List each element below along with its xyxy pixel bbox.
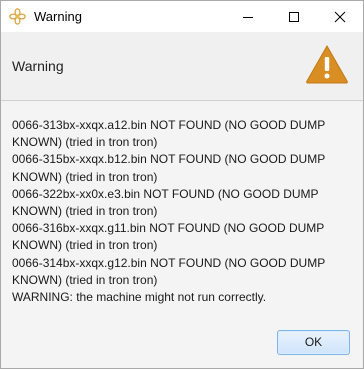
close-button[interactable] bbox=[317, 1, 363, 32]
message-line: 0066-314bx-xxqx.g12.bin NOT FOUND (NO GO… bbox=[12, 255, 326, 270]
message-text: 0066-313bx-xxqx.a12.bin NOT FOUND (NO GO… bbox=[12, 117, 357, 306]
message-line: KNOWN) (tried in tron tron) bbox=[12, 169, 158, 184]
message-line: 0066-315bx-xxqx.b12.bin NOT FOUND (NO GO… bbox=[12, 152, 326, 167]
warning-dialog: Warning Warning 0066-313bx-xxqx.a12.bin … bbox=[0, 0, 364, 369]
dialog-header: Warning bbox=[1, 32, 363, 101]
minimize-button[interactable] bbox=[225, 1, 271, 32]
header-title: Warning bbox=[12, 58, 64, 74]
message-line: KNOWN) (tried in tron tron) bbox=[12, 272, 158, 287]
message-line: KNOWN) (tried in tron tron) bbox=[12, 204, 158, 219]
window-title: Warning bbox=[34, 9, 82, 24]
title-bar[interactable]: Warning bbox=[1, 1, 363, 32]
ok-button[interactable]: OK bbox=[277, 330, 350, 355]
message-line: WARNING: the machine might not run corre… bbox=[12, 290, 267, 305]
close-icon bbox=[334, 11, 346, 23]
message-line: KNOWN) (tried in tron tron) bbox=[12, 135, 158, 150]
minimize-icon bbox=[243, 17, 253, 18]
message-line: 0066-313bx-xxqx.a12.bin NOT FOUND (NO GO… bbox=[12, 118, 326, 132]
maximize-icon bbox=[289, 12, 299, 22]
flower-icon bbox=[9, 8, 26, 25]
warning-triangle-icon bbox=[305, 44, 349, 84]
message-line: 0066-322bx-xx0x.e3.bin NOT FOUND (NO GOO… bbox=[12, 186, 319, 201]
message-line: KNOWN) (tried in tron tron) bbox=[12, 238, 158, 253]
message-line: 0066-316bx-xxqx.g11.bin NOT FOUND (NO GO… bbox=[12, 221, 325, 236]
maximize-button[interactable] bbox=[271, 1, 317, 32]
